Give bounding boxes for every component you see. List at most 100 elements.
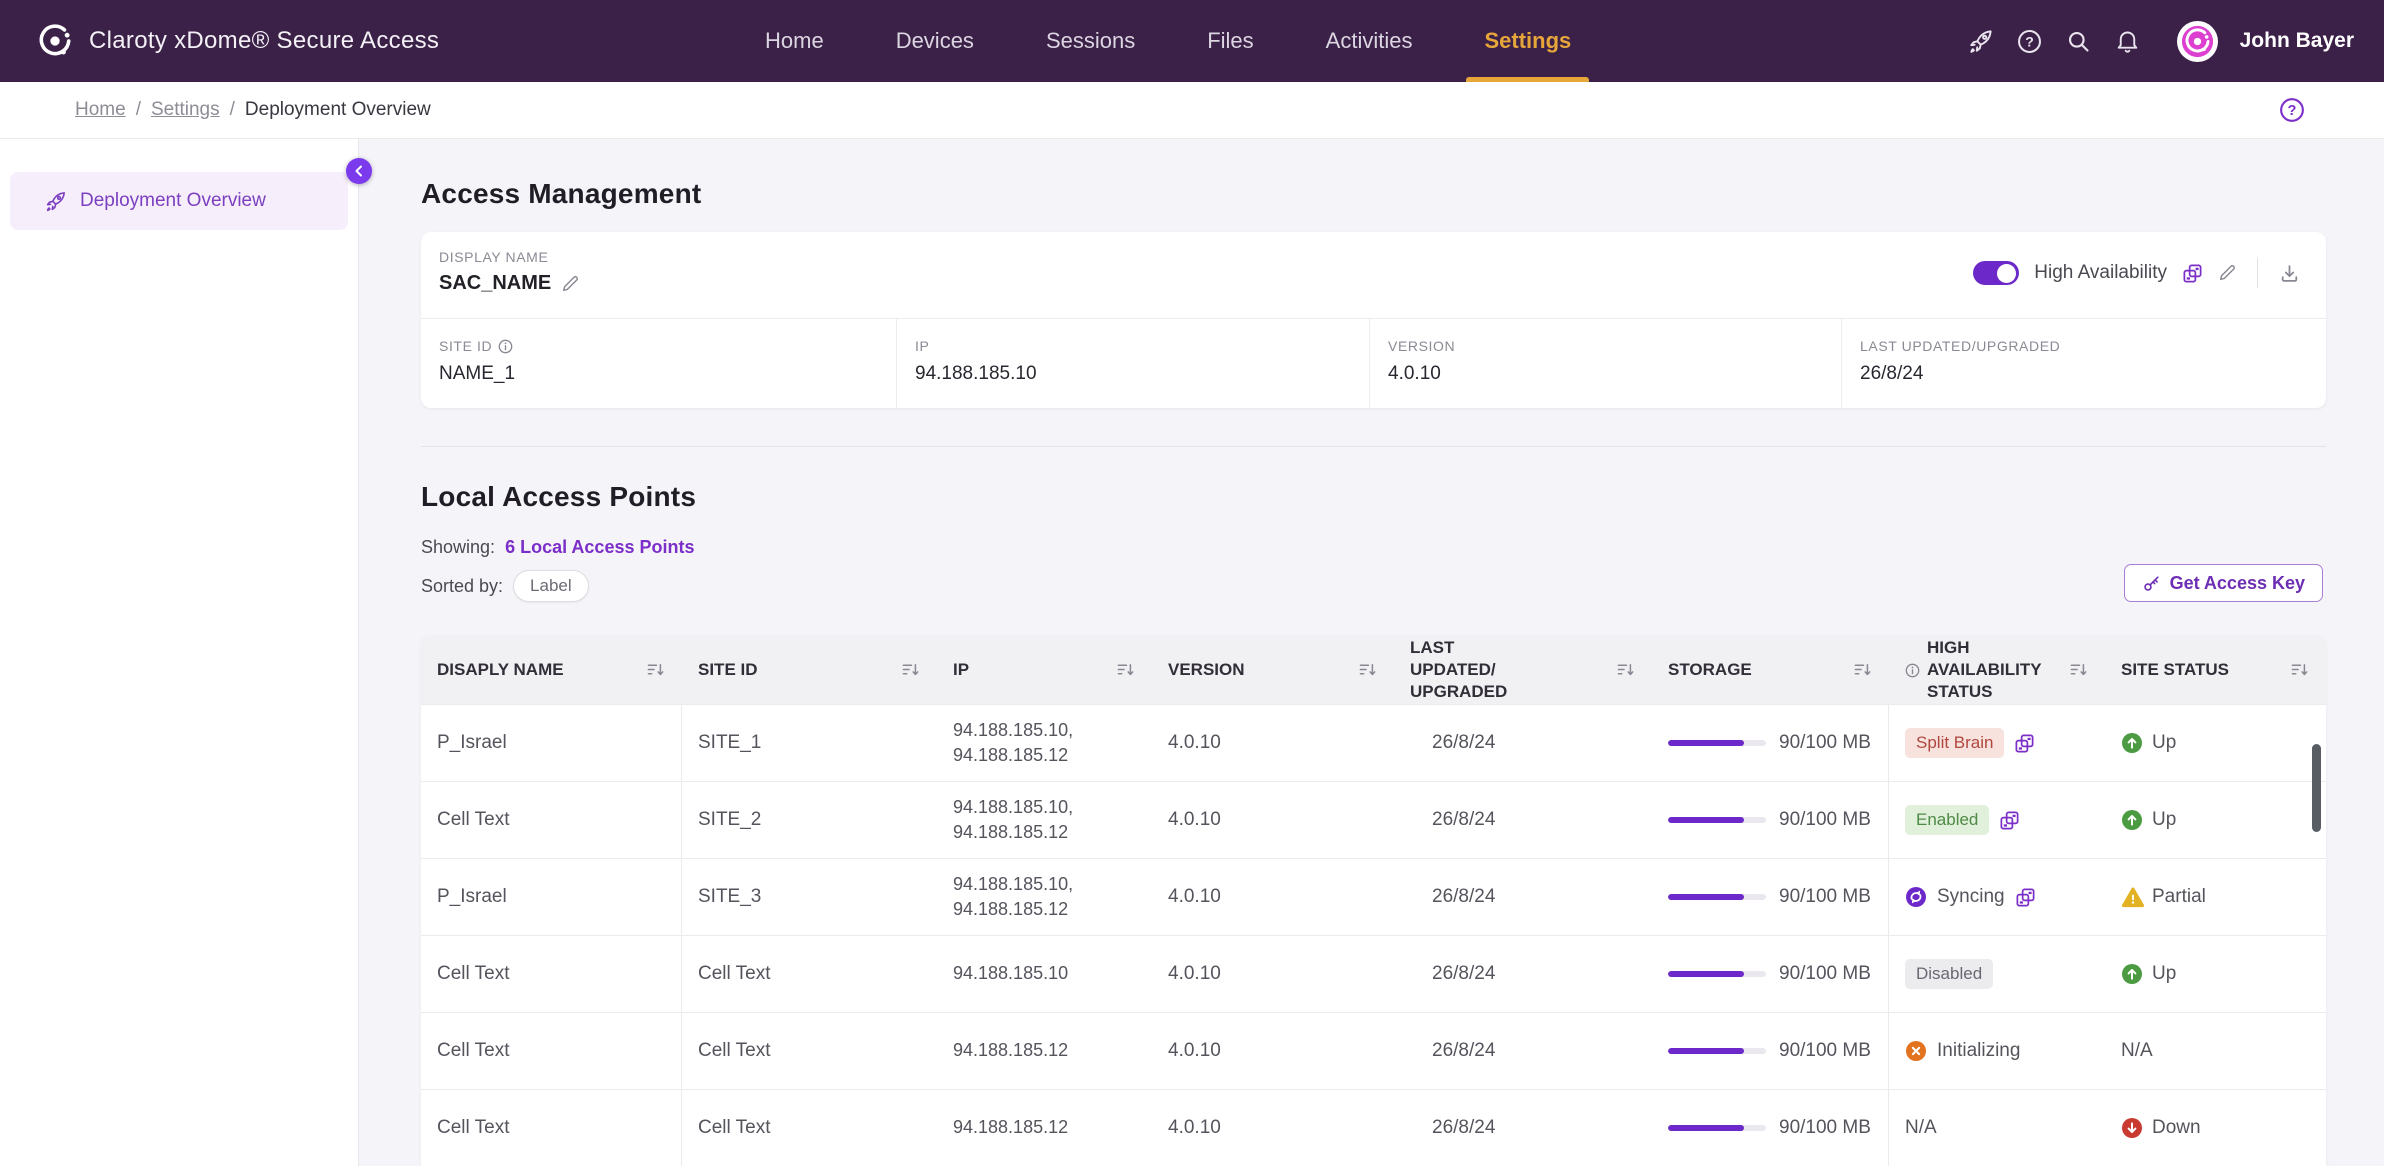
svg-text:?: ? bbox=[2025, 33, 2034, 49]
nav-item-activities[interactable]: Activities bbox=[1318, 0, 1421, 82]
storage-progress-bar bbox=[1668, 971, 1766, 977]
column-header-site-status: SITE STATUS bbox=[2105, 636, 2326, 704]
column-header-ip: IP bbox=[937, 636, 1152, 704]
filter-sort-icon[interactable] bbox=[2070, 662, 2087, 678]
site-id-value: NAME_1 bbox=[439, 363, 896, 385]
nav-item-sessions[interactable]: Sessions bbox=[1038, 0, 1143, 82]
breadcrumb-home[interactable]: Home bbox=[75, 99, 126, 121]
ha-status-initializing-icon bbox=[1905, 1040, 1927, 1062]
site-status-partial-icon bbox=[2121, 886, 2143, 908]
storage-value: 90/100 MB bbox=[1779, 1040, 1871, 1062]
ha-status-label: Syncing bbox=[1937, 886, 2005, 908]
nav-item-home[interactable]: Home bbox=[757, 0, 832, 82]
storage-progress-bar bbox=[1668, 817, 1766, 823]
cell-last-updated: 26/8/24 bbox=[1394, 859, 1652, 935]
cell-display-name: Cell Text bbox=[421, 782, 682, 858]
breadcrumb-current: Deployment Overview bbox=[245, 99, 431, 121]
quick-launch-rocket-icon[interactable] bbox=[1967, 28, 1994, 55]
sidebar-item-deployment-overview[interactable]: Deployment Overview bbox=[10, 172, 348, 230]
cell-display-name: Cell Text bbox=[421, 1090, 682, 1166]
ha-windows-link-icon[interactable] bbox=[1999, 810, 2020, 831]
main-nav: Home Devices Sessions Files Activities S… bbox=[757, 0, 1579, 82]
cell-ha-status: Disabled bbox=[1889, 936, 2105, 1012]
cell-display-name: P_Israel bbox=[421, 859, 682, 935]
ha-status-badge: Disabled bbox=[1905, 959, 1993, 989]
filter-sort-icon[interactable] bbox=[2291, 662, 2308, 678]
cell-storage: 90/100 MB bbox=[1652, 782, 1889, 858]
site-status-label: Up bbox=[2152, 809, 2176, 831]
column-header-display-name: DISAPLY NAME bbox=[421, 636, 682, 704]
download-icon[interactable] bbox=[2279, 263, 2300, 284]
ha-status-label: Initializing bbox=[1937, 1040, 2020, 1062]
breadcrumb-separator: / bbox=[230, 99, 235, 121]
cell-ha-status: Initializing bbox=[1889, 1013, 2105, 1089]
filter-sort-icon[interactable] bbox=[1854, 662, 1871, 678]
filter-sort-icon[interactable] bbox=[1359, 662, 1376, 678]
cell-ha-status: Enabled bbox=[1889, 782, 2105, 858]
table-row[interactable]: P_IsraelSITE_194.188.185.10,94.188.185.1… bbox=[421, 704, 2326, 781]
storage-value: 90/100 MB bbox=[1779, 963, 1871, 985]
display-name-value: SAC_NAME bbox=[439, 272, 551, 295]
high-availability-toggle[interactable] bbox=[1973, 261, 2019, 285]
claroty-logo-icon bbox=[36, 22, 74, 60]
svg-text:?: ? bbox=[2288, 103, 2297, 119]
storage-value: 90/100 MB bbox=[1779, 1117, 1871, 1139]
ha-windows-link-icon[interactable] bbox=[2015, 887, 2036, 908]
nav-item-devices[interactable]: Devices bbox=[888, 0, 982, 82]
get-access-key-label: Get Access Key bbox=[2170, 573, 2305, 594]
help-icon[interactable]: ? bbox=[2016, 28, 2043, 55]
ha-status-label: N/A bbox=[1905, 1117, 1937, 1139]
filter-sort-icon[interactable] bbox=[1117, 662, 1134, 678]
edit-display-name-icon[interactable] bbox=[561, 275, 579, 293]
cell-ha-status: Split Brain bbox=[1889, 705, 2105, 781]
cell-site-id: SITE_2 bbox=[682, 782, 937, 858]
table-row[interactable]: Cell TextCell Text94.188.185.104.0.1026/… bbox=[421, 935, 2326, 1012]
site-status-down-icon bbox=[2121, 1117, 2143, 1139]
cell-storage: 90/100 MB bbox=[1652, 1090, 1889, 1166]
nav-item-settings[interactable]: Settings bbox=[1476, 0, 1579, 82]
rocket-icon bbox=[44, 190, 67, 213]
page-help-icon[interactable]: ? bbox=[2278, 96, 2306, 124]
filter-sort-icon[interactable] bbox=[1617, 662, 1634, 678]
cell-version: 4.0.10 bbox=[1152, 1013, 1394, 1089]
settings-sidebar: Deployment Overview bbox=[0, 138, 359, 1166]
storage-progress-bar bbox=[1668, 1048, 1766, 1054]
cell-ip: 94.188.185.10,94.188.185.12 bbox=[937, 859, 1152, 935]
showing-count-link[interactable]: 6 Local Access Points bbox=[505, 537, 694, 558]
get-access-key-button[interactable]: Get Access Key bbox=[2124, 564, 2323, 602]
site-status-label: N/A bbox=[2121, 1040, 2153, 1062]
breadcrumb-settings[interactable]: Settings bbox=[151, 99, 220, 121]
column-header-ha-status: HIGH AVAILABILITY STATUS bbox=[1889, 636, 2105, 704]
last-updated-label: LAST UPDATED/UPGRADED bbox=[1860, 338, 2060, 354]
table-row[interactable]: Cell TextCell Text94.188.185.124.0.1026/… bbox=[421, 1089, 2326, 1166]
sort-chip-label[interactable]: Label bbox=[513, 570, 589, 602]
sidebar-collapse-button[interactable] bbox=[346, 158, 372, 184]
info-icon[interactable] bbox=[1905, 663, 1920, 678]
version-value: 4.0.10 bbox=[1388, 363, 1841, 385]
site-status-label: Down bbox=[2152, 1117, 2201, 1139]
filter-sort-icon[interactable] bbox=[647, 662, 664, 678]
breadcrumb: Home / Settings / Deployment Overview bbox=[75, 82, 431, 138]
column-header-version: VERSION bbox=[1152, 636, 1394, 704]
user-avatar[interactable] bbox=[2177, 21, 2218, 62]
version-label: VERSION bbox=[1388, 338, 1455, 354]
table-row[interactable]: P_IsraelSITE_394.188.185.10,94.188.185.1… bbox=[421, 858, 2326, 935]
table-row[interactable]: Cell TextSITE_294.188.185.10,94.188.185.… bbox=[421, 781, 2326, 858]
ha-windows-link-icon[interactable] bbox=[2014, 733, 2035, 754]
cell-site-id: Cell Text bbox=[682, 1090, 937, 1166]
cell-site-status: N/A bbox=[2105, 1013, 2326, 1089]
info-icon[interactable] bbox=[498, 339, 513, 354]
edit-high-availability-icon[interactable] bbox=[2218, 264, 2236, 282]
search-icon[interactable] bbox=[2065, 28, 2092, 55]
cell-ip: 94.188.185.12 bbox=[937, 1090, 1152, 1166]
cell-version: 4.0.10 bbox=[1152, 705, 1394, 781]
table-row[interactable]: Cell TextCell Text94.188.185.124.0.1026/… bbox=[421, 1012, 2326, 1089]
notifications-bell-icon[interactable] bbox=[2114, 28, 2141, 55]
filter-sort-icon[interactable] bbox=[902, 662, 919, 678]
local-access-points-title: Local Access Points bbox=[421, 481, 2326, 513]
cell-ha-status: Syncing bbox=[1889, 859, 2105, 935]
nav-item-files[interactable]: Files bbox=[1199, 0, 1261, 82]
cell-last-updated: 26/8/24 bbox=[1394, 705, 1652, 781]
vertical-scrollbar-thumb[interactable] bbox=[2312, 744, 2321, 832]
high-availability-windows-icon[interactable] bbox=[2182, 263, 2203, 284]
